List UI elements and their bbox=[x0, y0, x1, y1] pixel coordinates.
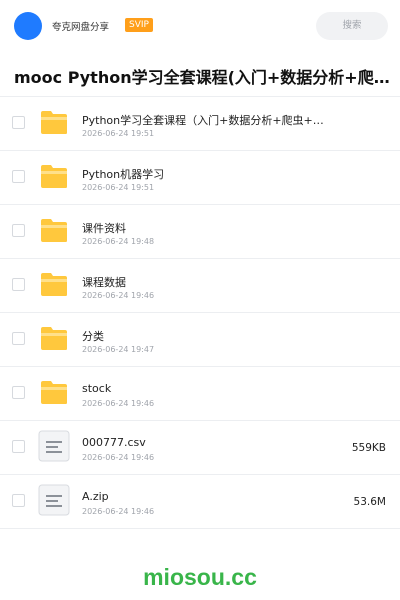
file-row[interactable]: 课程数据 2026-06-24 19:46 bbox=[0, 259, 400, 313]
file-date: 2026-06-24 19:46 bbox=[82, 399, 155, 408]
header: 夸克网盘分享 SVIP 搜索 bbox=[0, 0, 400, 52]
file-row[interactable]: 分类 2026-06-24 19:47 bbox=[0, 313, 400, 367]
file-size: 53.6M bbox=[353, 496, 386, 508]
row-checkbox[interactable] bbox=[12, 494, 25, 507]
folder-icon bbox=[41, 165, 67, 188]
file-size: 559KB bbox=[351, 442, 386, 454]
file-date: 2026-06-24 19:46 bbox=[82, 291, 155, 300]
row-checkbox[interactable] bbox=[12, 278, 25, 291]
document-icon bbox=[38, 430, 70, 462]
file-name: stock bbox=[82, 382, 112, 395]
folder-icon bbox=[41, 273, 67, 296]
file-list: Python学习全套课程（入门+数据分析+爬虫+云… 2026-06-24 19… bbox=[0, 97, 400, 529]
document-icon bbox=[38, 484, 70, 516]
watermark: miosou.cc bbox=[143, 564, 257, 590]
file-row[interactable]: A.zip 2026-06-24 19:46 53.6M bbox=[0, 475, 400, 529]
file-name: A.zip bbox=[82, 490, 109, 503]
file-row[interactable]: 课件资料 2026-06-24 19:48 bbox=[0, 205, 400, 259]
row-checkbox[interactable] bbox=[12, 332, 25, 345]
file-date: 2026-06-24 19:48 bbox=[82, 237, 155, 246]
file-date: 2026-06-24 19:51 bbox=[82, 129, 155, 138]
svip-badge: SVIP bbox=[125, 18, 153, 32]
user-name: 夸克网盘分享 bbox=[52, 22, 110, 33]
folder-icon bbox=[41, 219, 67, 242]
file-row[interactable]: Python机器学习 2026-06-24 19:51 bbox=[0, 151, 400, 205]
file-row[interactable]: stock 2026-06-24 19:46 bbox=[0, 367, 400, 421]
folder-icon bbox=[41, 327, 67, 350]
title-bar: mooc Python学习全套课程(入门+数据分析+爬虫+云端… bbox=[0, 52, 400, 97]
row-checkbox[interactable] bbox=[12, 116, 25, 129]
file-name: 000777.csv bbox=[82, 436, 146, 449]
folder-icon bbox=[41, 111, 67, 134]
file-date: 2026-06-24 19:47 bbox=[82, 345, 155, 354]
file-date: 2026-06-24 19:51 bbox=[82, 183, 155, 192]
row-checkbox[interactable] bbox=[12, 224, 25, 237]
file-name: 课程数据 bbox=[82, 276, 126, 289]
row-checkbox[interactable] bbox=[12, 170, 25, 183]
row-checkbox[interactable] bbox=[12, 440, 25, 453]
avatar[interactable] bbox=[14, 12, 42, 40]
search-button[interactable]: 搜索 bbox=[316, 12, 388, 40]
file-date: 2026-06-24 19:46 bbox=[82, 507, 155, 516]
page-title: mooc Python学习全套课程(入门+数据分析+爬虫+云端… bbox=[14, 68, 398, 87]
file-row[interactable]: 000777.csv 2026-06-24 19:46 559KB bbox=[0, 421, 400, 475]
file-name: Python学习全套课程（入门+数据分析+爬虫+云… bbox=[82, 114, 327, 127]
file-name: 分类 bbox=[82, 330, 104, 343]
row-checkbox[interactable] bbox=[12, 386, 25, 399]
file-row[interactable]: Python学习全套课程（入门+数据分析+爬虫+云… 2026-06-24 19… bbox=[0, 97, 400, 151]
file-name: Python机器学习 bbox=[82, 168, 165, 181]
file-name: 课件资料 bbox=[82, 222, 126, 235]
folder-icon bbox=[41, 381, 67, 404]
file-date: 2026-06-24 19:46 bbox=[82, 453, 155, 462]
